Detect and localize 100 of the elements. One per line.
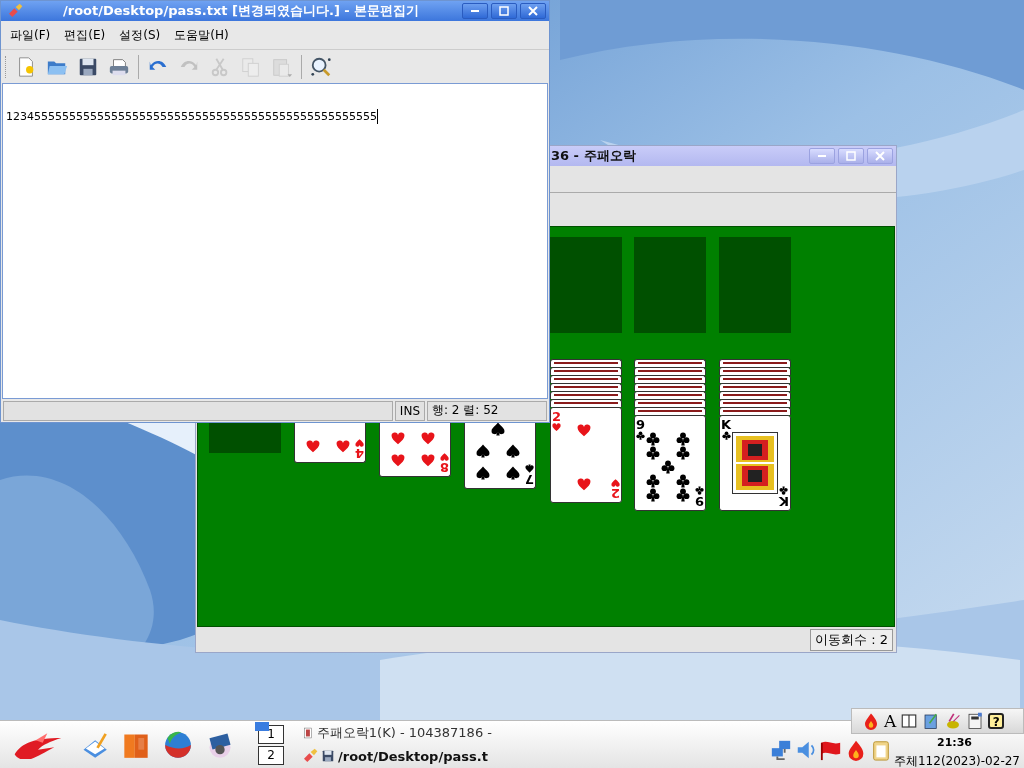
- club-icon: [645, 488, 660, 502]
- playing-card[interactable]: K K: [719, 415, 791, 511]
- magnifier-icon: [310, 55, 332, 78]
- heart-icon: [355, 438, 364, 447]
- card-back[interactable]: [550, 359, 622, 367]
- close-button[interactable]: [520, 3, 546, 19]
- card-back[interactable]: [634, 375, 706, 383]
- help-button[interactable]: ?: [988, 713, 1005, 729]
- paint-pot-icon[interactable]: [944, 712, 963, 730]
- spade-icon: [506, 466, 521, 480]
- text-cursor: [376, 109, 378, 124]
- desktop-button[interactable]: 1: [258, 724, 284, 744]
- card-back[interactable]: [550, 399, 622, 407]
- card-rank: 2: [552, 410, 562, 423]
- card-icon: [302, 725, 314, 741]
- move-count: 이동회수 : 2: [810, 628, 893, 651]
- club-icon: [661, 460, 675, 474]
- split-square-icon[interactable]: [900, 712, 919, 730]
- desktop-button[interactable]: 2: [258, 745, 284, 765]
- card-back[interactable]: [634, 383, 706, 391]
- card-back[interactable]: [550, 375, 622, 383]
- club-icon: [645, 446, 660, 460]
- club-icon: [676, 474, 691, 488]
- card-rank: 9: [636, 418, 646, 431]
- card-back[interactable]: [719, 359, 791, 367]
- clock: 21:36: [937, 737, 972, 749]
- cursor-position: 행: 2 렬: 52: [427, 400, 547, 421]
- card-back[interactable]: [634, 391, 706, 399]
- heart-icon: [552, 423, 561, 432]
- club-icon: [721, 431, 731, 440]
- club-icon: [676, 488, 691, 502]
- brush-icon: [7, 3, 23, 19]
- task-button[interactable]: 주패오락1(K) - 104387186 -: [302, 723, 492, 743]
- card-rank: 4: [354, 447, 364, 460]
- close-icon: [527, 5, 539, 17]
- clipboard-icon[interactable]: [870, 738, 892, 761]
- playing-card[interactable]: 4: [294, 422, 366, 463]
- maximize-icon: [845, 150, 857, 162]
- playing-card[interactable]: 8: [379, 422, 451, 477]
- card-back[interactable]: [719, 367, 791, 375]
- menu-item[interactable]: 파일(F): [5, 24, 56, 46]
- club-icon: [676, 432, 691, 446]
- heart-icon: [421, 432, 436, 446]
- heart-icon: [440, 452, 449, 461]
- card-rank: 7: [524, 473, 534, 486]
- calculator-icon[interactable]: [966, 712, 985, 730]
- window-title: /root/Desktop/pass.txt [변경되였습니다.] - 본문편집기: [63, 2, 420, 20]
- card-back[interactable]: [719, 383, 791, 391]
- brush-icon: [302, 748, 318, 764]
- club-icon: [645, 474, 660, 488]
- text-area[interactable]: 12345555555555555555555555555555555555555555555555555: [2, 83, 548, 399]
- flame-icon[interactable]: [862, 712, 880, 730]
- globe-icon[interactable]: [164, 730, 192, 759]
- club-icon: [695, 486, 704, 495]
- task-button[interactable]: /root/Desktop/pass.t: [302, 746, 492, 766]
- menu-item[interactable]: 설정(S): [114, 24, 166, 46]
- heart-icon: [611, 478, 620, 487]
- network-computers-icon[interactable]: [770, 738, 792, 761]
- insert-mode-indicator: INS: [394, 400, 425, 421]
- font-button[interactable]: A: [884, 711, 897, 731]
- spade-icon: [491, 422, 505, 436]
- card-back[interactable]: [550, 391, 622, 399]
- spade-icon: [475, 444, 490, 458]
- close-icon: [874, 150, 886, 162]
- menu-item[interactable]: 도움말(H): [169, 24, 234, 46]
- card-back[interactable]: [634, 399, 706, 407]
- card-back[interactable]: [550, 367, 622, 375]
- card-back[interactable]: [719, 407, 791, 415]
- floppy-icon: [321, 749, 335, 763]
- playing-card[interactable]: 2 2: [550, 407, 622, 503]
- heart-icon: [390, 454, 405, 468]
- card-back[interactable]: [719, 375, 791, 383]
- card-rank: K: [721, 418, 732, 431]
- text-line: 12345555555555555555555555555555555555555555555555555: [6, 109, 377, 124]
- card-rank: K: [778, 495, 789, 508]
- spade-icon: [525, 464, 534, 473]
- card-back[interactable]: [719, 391, 791, 399]
- heart-icon: [577, 424, 591, 438]
- card-rank: 2: [610, 487, 620, 500]
- heart-icon: [390, 432, 405, 446]
- heart-icon: [336, 440, 351, 454]
- card-rank: 9: [694, 495, 704, 508]
- maximize-button[interactable]: [491, 3, 517, 19]
- playing-card[interactable]: 9 9: [634, 415, 706, 511]
- spade-icon: [475, 466, 490, 480]
- card-back[interactable]: [634, 407, 706, 415]
- card-back[interactable]: [719, 399, 791, 407]
- club-icon: [676, 446, 691, 460]
- playing-card[interactable]: 7: [464, 422, 536, 489]
- copy-pages-icon: [240, 55, 262, 78]
- card-back[interactable]: [550, 383, 622, 391]
- card-back[interactable]: [634, 359, 706, 367]
- card-rank: 8: [439, 461, 449, 474]
- menu-item[interactable]: 편집(E): [59, 24, 111, 46]
- card-back[interactable]: [634, 367, 706, 375]
- date-label: 주체112(2023)-02-27: [894, 754, 1020, 768]
- minimize-button[interactable]: [462, 3, 488, 19]
- heart-icon: [305, 440, 320, 454]
- spade-icon: [506, 444, 521, 458]
- heart-icon: [421, 454, 436, 468]
